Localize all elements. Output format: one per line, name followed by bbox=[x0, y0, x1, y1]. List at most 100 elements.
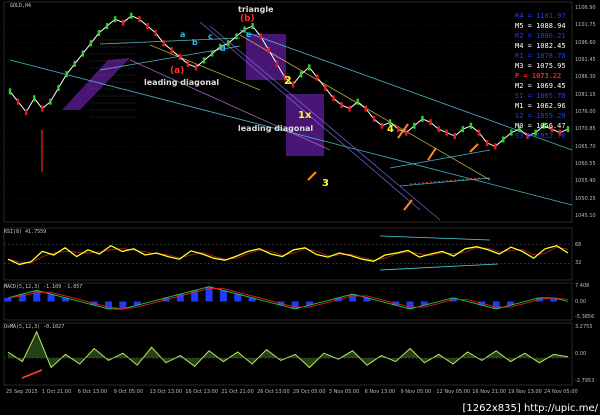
pivot-level-p: P = 1073.22 bbox=[515, 72, 562, 80]
macd-bar bbox=[291, 301, 299, 309]
macd-bar bbox=[47, 294, 55, 302]
price-candle bbox=[210, 50, 214, 57]
wave-label: a bbox=[180, 30, 186, 39]
pivot-level-m1: M1 = 1062.96 bbox=[515, 102, 566, 110]
price-candle bbox=[8, 88, 12, 95]
pivot-level-s1: S1 = 1065.70 bbox=[515, 92, 566, 100]
price-candle bbox=[453, 133, 456, 140]
price-candle bbox=[364, 105, 368, 112]
pivot-level-s3: S3 = 1052.70 bbox=[515, 132, 566, 140]
price-candle bbox=[194, 64, 198, 71]
price-candle bbox=[170, 47, 173, 54]
trend-line-diag-b bbox=[209, 25, 441, 221]
price-candle bbox=[291, 81, 295, 88]
price-candle bbox=[33, 95, 36, 102]
time-tick-label: 9 Nov 05:00 bbox=[400, 389, 432, 395]
price-candle bbox=[49, 98, 52, 105]
price-candle bbox=[178, 54, 182, 60]
macd-bar bbox=[492, 301, 500, 309]
time-tick-label: 25 Sep 2015 bbox=[6, 389, 38, 395]
wave-label: 3 bbox=[322, 178, 329, 189]
rsi-signal-line bbox=[7, 246, 569, 264]
wave-label: 2 bbox=[284, 74, 292, 87]
time-tick-label: 21 Oct 21:00 bbox=[221, 389, 254, 395]
osma-axis-label: -2.7953 bbox=[575, 378, 595, 384]
price-candle bbox=[405, 129, 408, 136]
osma-axis-label: 0.00 bbox=[575, 351, 587, 357]
price-candle bbox=[510, 129, 513, 136]
price-candle bbox=[57, 84, 60, 91]
price-tick-label: 1070.85 bbox=[575, 126, 596, 133]
price-candle bbox=[380, 122, 384, 129]
price-candle bbox=[235, 33, 238, 40]
time-tick-label: 26 Oct 13:00 bbox=[257, 389, 290, 395]
price-candle bbox=[429, 119, 432, 126]
price-candle bbox=[566, 126, 570, 133]
price-candle bbox=[502, 136, 505, 143]
osma-axis-label: 3.2755 bbox=[575, 324, 593, 330]
price-tick-label: 1096.60 bbox=[575, 39, 596, 46]
pivot-level-m2: M2 = 1069.45 bbox=[515, 82, 566, 90]
pivot-level-r2: R2 = 1086.21 bbox=[515, 32, 566, 40]
price-tick-label: 1076.00 bbox=[575, 109, 596, 115]
wave-label: b bbox=[192, 38, 198, 47]
time-tick-label: 12 Nov 05:00 bbox=[436, 389, 471, 395]
chart-canvas bbox=[3, 1, 573, 386]
price-tick-label: 1060.55 bbox=[575, 161, 596, 167]
price-candle bbox=[396, 126, 400, 133]
time-tick-label: 6 Oct 13:00 bbox=[77, 389, 108, 395]
wave-label: e bbox=[246, 30, 252, 39]
rsi-line bbox=[7, 244, 569, 266]
osma-label: OsMA(5,12,3) -0.1027 bbox=[4, 324, 65, 330]
price-candle bbox=[308, 64, 311, 71]
pivot-level-m4: M4 = 1082.45 bbox=[515, 42, 566, 50]
price-candle bbox=[105, 23, 109, 30]
macd-bar bbox=[219, 290, 227, 302]
pivot-level-s2: S2 = 1059.20 bbox=[515, 112, 566, 120]
price-candle bbox=[340, 102, 343, 109]
signal-arrow bbox=[307, 171, 317, 181]
time-tick-label: 24 Nov 05:00 bbox=[544, 389, 578, 395]
price-tick-label: 1081.15 bbox=[575, 91, 596, 98]
time-tick-label: 13 Oct 13:00 bbox=[149, 389, 183, 395]
price-tick-label: 1055.40 bbox=[575, 178, 596, 185]
wave-label: 4 bbox=[387, 124, 394, 135]
signal-arrow bbox=[403, 199, 413, 211]
time-tick-label: 1 Oct 21:00 bbox=[41, 389, 72, 395]
pivot-level-m5: M5 = 1088.94 bbox=[515, 22, 566, 30]
price-tick-label: 1065.70 bbox=[575, 143, 596, 150]
macd-label: MACD(5,12,3) -1.109 -1.057 bbox=[4, 284, 83, 290]
price-candle bbox=[113, 16, 117, 23]
macd-axis-label: 0.00 bbox=[575, 298, 587, 305]
price-tick-label: 1086.30 bbox=[575, 74, 596, 81]
price-candle bbox=[154, 29, 157, 36]
signal-arrow bbox=[469, 143, 479, 153]
osma-line bbox=[7, 330, 569, 369]
triangle-top bbox=[99, 37, 241, 45]
price-candle bbox=[227, 40, 230, 47]
price-candle bbox=[461, 126, 465, 133]
price-tick-label: 1091.45 bbox=[575, 57, 596, 63]
price-candle bbox=[81, 50, 84, 57]
rsi-level-label: 32 bbox=[575, 260, 582, 267]
price-candle bbox=[316, 74, 319, 81]
price-tick-label: 1106.90 bbox=[575, 5, 596, 11]
pivot-level-m3: M3 = 1075.95 bbox=[515, 62, 566, 70]
time-tick-label: 16 Oct 13:00 bbox=[185, 389, 218, 395]
price-candle bbox=[259, 33, 262, 40]
price-candle bbox=[299, 71, 303, 78]
price-tick-label: 1045.10 bbox=[575, 213, 596, 219]
price-candle bbox=[437, 126, 440, 133]
macd-axis-label: -5.3856 bbox=[575, 314, 595, 320]
symbol-label: GOLD,H4 bbox=[10, 3, 32, 9]
price-candle bbox=[332, 95, 335, 102]
price-candle bbox=[421, 115, 424, 122]
rsi-trend-bottom bbox=[379, 263, 499, 271]
wave-label: (a) bbox=[170, 66, 185, 76]
zone-leading-diagonal bbox=[62, 58, 130, 110]
wave-label: d bbox=[220, 44, 226, 53]
macd-bar bbox=[234, 294, 242, 302]
price-candle bbox=[186, 60, 190, 67]
price-candle bbox=[65, 71, 68, 78]
wave-label: 1x bbox=[298, 110, 312, 121]
